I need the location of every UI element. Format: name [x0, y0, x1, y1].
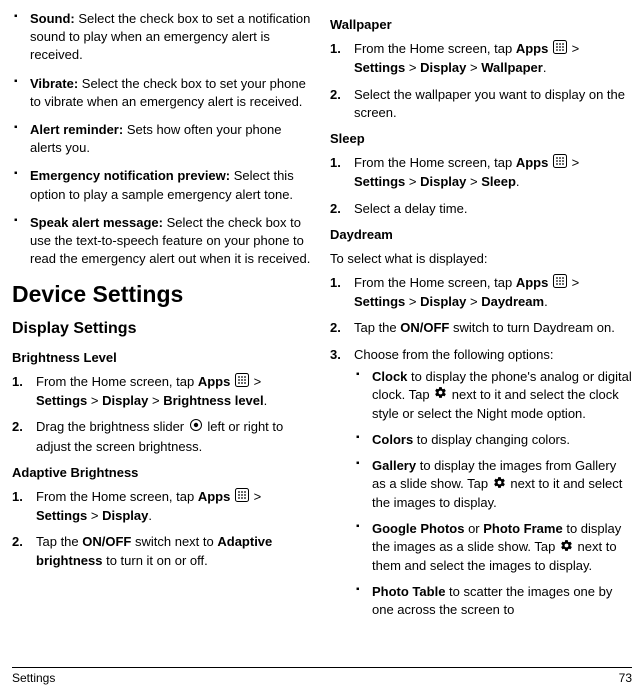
list-item: Speak alert message: Select the check bo… — [12, 214, 314, 269]
list-item: 2. Tap the ON/OFF switch to turn Daydrea… — [330, 319, 632, 337]
brightness-slider-icon — [189, 418, 203, 437]
daydream-options: Clock to display the phone's analog or d… — [354, 368, 632, 620]
list-item: 1. From the Home screen, tap Apps > Sett… — [12, 488, 314, 525]
list-item: 2.Select a delay time. — [330, 200, 632, 218]
heading-adaptive-brightness: Adaptive Brightness — [12, 464, 314, 482]
list-item: 1. From the Home screen, tap Apps > Sett… — [12, 373, 314, 410]
gear-icon — [434, 386, 447, 404]
apps-grid-icon — [553, 154, 567, 173]
footer-section: Settings — [12, 670, 55, 687]
apps-grid-icon — [235, 488, 249, 507]
heading-sleep: Sleep — [330, 130, 632, 148]
list-item: 2. Tap the ON/OFF switch next to Adaptiv… — [12, 533, 314, 569]
footer-page-number: 73 — [619, 670, 632, 687]
adaptive-steps: 1. From the Home screen, tap Apps > Sett… — [12, 488, 314, 570]
list-item: 1. From the Home screen, tap Apps > Sett… — [330, 154, 632, 191]
heading-brightness-level: Brightness Level — [12, 349, 314, 367]
list-item: 3. Choose from the following options: Cl… — [330, 346, 632, 620]
gear-icon — [493, 476, 506, 494]
apps-grid-icon — [553, 40, 567, 59]
heading-wallpaper: Wallpaper — [330, 16, 632, 34]
list-item: Clock to display the phone's analog or d… — [354, 368, 632, 423]
heading-display-settings: Display Settings — [12, 318, 314, 340]
list-item: 1. From the Home screen, tap Apps > Sett… — [330, 40, 632, 77]
sleep-steps: 1. From the Home screen, tap Apps > Sett… — [330, 154, 632, 218]
daydream-intro: To select what is displayed: — [330, 250, 632, 268]
list-item: 2. Drag the brightness slider left or ri… — [12, 418, 314, 455]
apps-grid-icon — [235, 373, 249, 392]
page-content: Sound: Select the check box to set a not… — [12, 10, 632, 661]
brightness-steps: 1. From the Home screen, tap Apps > Sett… — [12, 373, 314, 456]
list-item: Photo Table to scatter the images one by… — [354, 583, 632, 619]
right-column: Wallpaper 1. From the Home screen, tap A… — [330, 10, 632, 661]
list-item: Emergency notification preview: Select t… — [12, 167, 314, 203]
list-item: Alert reminder: Sets how often your phon… — [12, 121, 314, 157]
list-item: Vibrate: Select the check box to set you… — [12, 75, 314, 111]
list-item: Colors to display changing colors. — [354, 431, 632, 449]
left-column: Sound: Select the check box to set a not… — [12, 10, 314, 661]
list-item: Google Photos or Photo Frame to display … — [354, 520, 632, 575]
apps-grid-icon — [553, 274, 567, 293]
list-item: 2.Select the wallpaper you want to displ… — [330, 86, 632, 122]
gear-icon — [560, 539, 573, 557]
list-item: Gallery to display the images from Galle… — [354, 457, 632, 512]
wallpaper-steps: 1. From the Home screen, tap Apps > Sett… — [330, 40, 632, 122]
heading-device-settings: Device Settings — [12, 278, 314, 310]
list-item: 1. From the Home screen, tap Apps > Sett… — [330, 274, 632, 311]
list-item: Sound: Select the check box to set a not… — [12, 10, 314, 65]
daydream-steps: 1. From the Home screen, tap Apps > Sett… — [330, 274, 632, 619]
emergency-alert-list: Sound: Select the check box to set a not… — [12, 10, 314, 268]
page-footer: Settings 73 — [12, 667, 632, 687]
heading-daydream: Daydream — [330, 226, 632, 244]
